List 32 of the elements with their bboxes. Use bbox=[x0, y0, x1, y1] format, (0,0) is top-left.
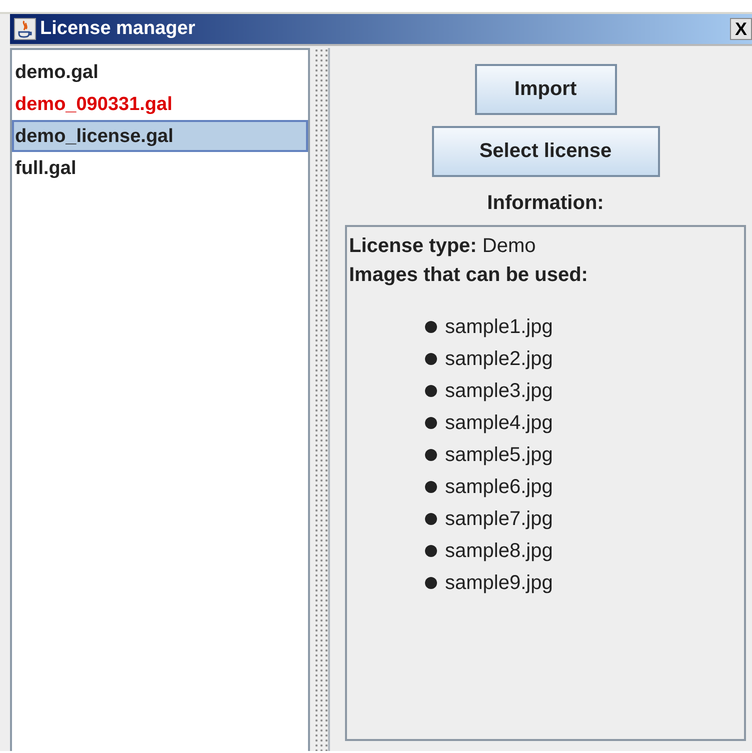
split-handle[interactable] bbox=[314, 48, 330, 751]
information-heading: Information: bbox=[487, 192, 604, 215]
image-filename: sample6.jpg bbox=[445, 476, 553, 498]
bullet-icon bbox=[425, 513, 437, 525]
bullet-icon bbox=[425, 321, 437, 333]
window-title: License manager bbox=[40, 18, 196, 40]
image-filename: sample1.jpg bbox=[445, 316, 553, 338]
bullet-icon bbox=[425, 545, 437, 557]
license-type-label: License type: bbox=[349, 235, 477, 257]
file-item[interactable]: demo_090331.gal bbox=[12, 88, 308, 120]
close-button[interactable]: X bbox=[730, 18, 752, 40]
bullet-icon bbox=[425, 353, 437, 365]
bullet-icon bbox=[425, 577, 437, 589]
image-filename: sample3.jpg bbox=[445, 380, 553, 402]
select-license-button[interactable]: Select license bbox=[432, 126, 660, 177]
file-item[interactable]: full.gal bbox=[12, 152, 308, 184]
bullet-icon bbox=[425, 449, 437, 461]
image-filename: sample4.jpg bbox=[445, 412, 553, 434]
bullet-icon bbox=[425, 417, 437, 429]
license-type-value: Demo bbox=[482, 235, 536, 257]
image-filename: sample9.jpg bbox=[445, 572, 553, 594]
bullet-icon bbox=[425, 385, 437, 397]
file-item[interactable]: demo.gal bbox=[12, 56, 308, 88]
image-filename: sample8.jpg bbox=[445, 540, 553, 562]
image-filename: sample5.jpg bbox=[445, 444, 553, 466]
java-cup-icon bbox=[14, 18, 36, 40]
bullet-icon bbox=[425, 481, 437, 493]
import-button[interactable]: Import bbox=[474, 64, 616, 115]
image-filename: sample7.jpg bbox=[445, 508, 553, 530]
file-item[interactable]: demo_license.gal bbox=[12, 120, 308, 152]
image-filename: sample2.jpg bbox=[445, 348, 553, 370]
images-label: Images that can be used: bbox=[349, 264, 589, 287]
